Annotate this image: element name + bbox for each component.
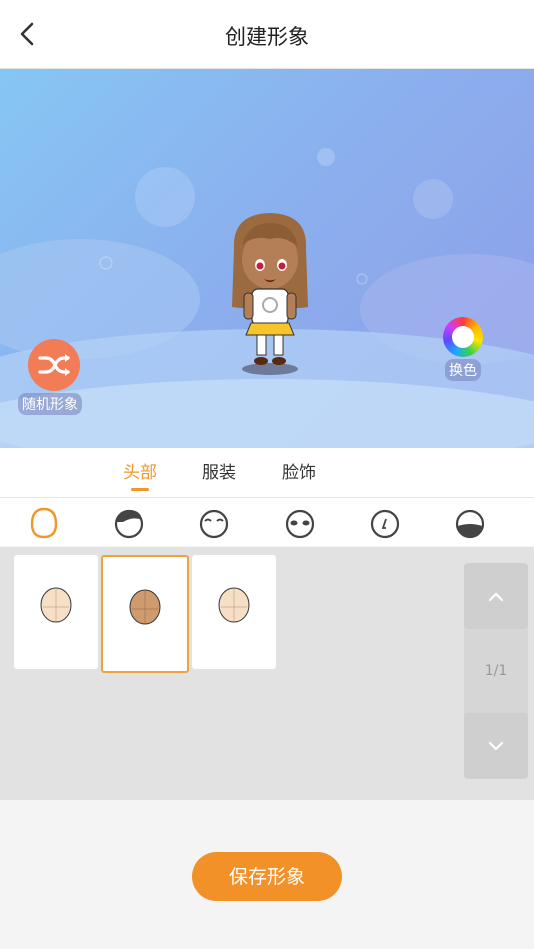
option-grid: 1/1	[0, 547, 534, 800]
hair-icon[interactable]	[111, 506, 147, 540]
face-option-card[interactable]	[192, 555, 276, 669]
face-option-card-selected[interactable]	[101, 555, 189, 673]
tab-clothing-label: 服装	[202, 463, 236, 483]
avatar-stage: 随机形象 换色	[0, 69, 534, 448]
mouth-icon[interactable]	[452, 506, 488, 540]
tab-face-accessories[interactable]: 脸饰	[282, 458, 316, 483]
tab-face-accessories-label: 脸饰	[282, 463, 316, 483]
page-title: 创建形象	[225, 25, 309, 49]
tab-head-label: 头部	[123, 463, 157, 483]
page-up-button[interactable]	[464, 563, 528, 629]
page-down-button[interactable]	[464, 713, 528, 779]
eyebrows-icon[interactable]	[196, 506, 232, 540]
tab-head[interactable]: 头部	[123, 458, 157, 491]
avatar-character	[232, 213, 308, 375]
bottom-bar: 保存形象	[0, 800, 534, 949]
nose-icon[interactable]	[367, 506, 403, 540]
save-avatar-button[interactable]: 保存形象	[192, 852, 342, 901]
change-color-control[interactable]: 换色	[440, 317, 486, 381]
active-tab-indicator	[131, 488, 149, 491]
page-indicator: 1/1	[484, 663, 508, 679]
chevron-down-icon	[488, 741, 504, 751]
color-palette-icon[interactable]	[443, 317, 483, 357]
random-avatar-control[interactable]: 随机形象	[18, 339, 84, 415]
category-row	[0, 498, 534, 546]
chevron-up-icon	[488, 592, 504, 602]
face-preview-icon	[129, 589, 161, 625]
random-avatar-label[interactable]: 随机形象	[18, 393, 82, 415]
eyes-icon[interactable]	[282, 506, 318, 540]
face-preview-icon	[218, 587, 250, 623]
shuffle-icon[interactable]	[28, 339, 80, 391]
face-option-card[interactable]	[14, 555, 98, 669]
tab-clothing[interactable]: 服装	[202, 458, 236, 483]
pager: 1/1	[464, 563, 528, 779]
part-tabs: 头部 服装 脸饰	[0, 448, 534, 498]
face-shape-icon[interactable]	[26, 506, 62, 540]
change-color-label[interactable]: 换色	[445, 359, 481, 381]
face-preview-icon	[40, 587, 72, 623]
top-bar: 创建形象	[0, 0, 534, 69]
